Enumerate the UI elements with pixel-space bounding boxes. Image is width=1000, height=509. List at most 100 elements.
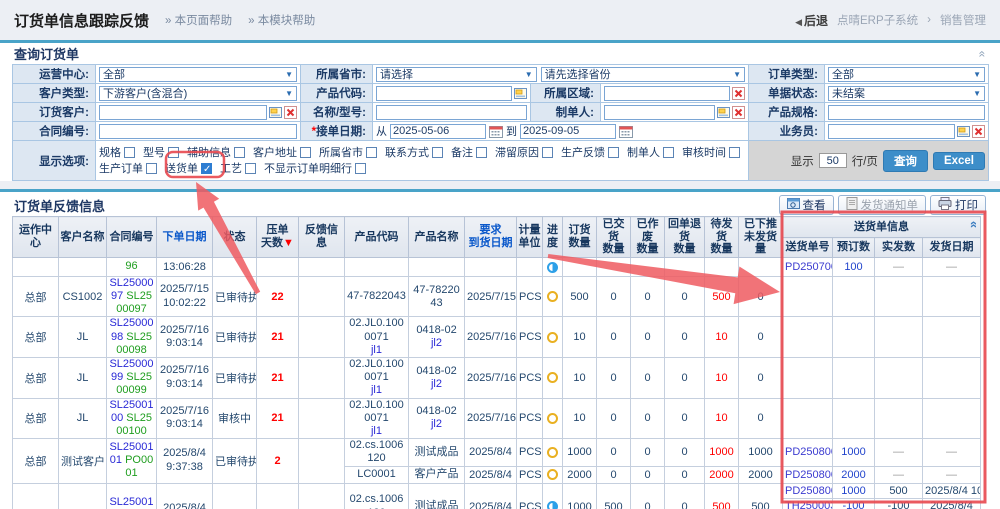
lookup-icon[interactable] bbox=[269, 106, 282, 119]
contract-no-input[interactable] bbox=[99, 124, 297, 139]
col-delivered: 已交货 数量 bbox=[597, 217, 631, 258]
display-option[interactable]: 型号 bbox=[143, 145, 179, 161]
name-model-input[interactable] bbox=[376, 105, 527, 120]
checkbox[interactable] bbox=[542, 147, 553, 158]
checkbox[interactable] bbox=[355, 163, 366, 174]
cell-pushed: 0 bbox=[739, 276, 783, 317]
display-option[interactable]: 客户地址 bbox=[253, 145, 311, 161]
product-spec-input[interactable] bbox=[828, 105, 985, 120]
display-option[interactable]: 制单人 bbox=[627, 145, 674, 161]
page-help-link[interactable]: » 本页面帮助 bbox=[165, 12, 232, 28]
display-option[interactable]: 辅助信息 bbox=[187, 145, 245, 161]
col-days[interactable]: 压单 天数▼ bbox=[257, 217, 299, 258]
checkbox[interactable] bbox=[608, 147, 619, 158]
view-icon bbox=[787, 198, 800, 213]
rows-per-page-input[interactable] bbox=[819, 153, 847, 168]
page-title: 订货单信息跟踪反馈 bbox=[14, 10, 149, 31]
cell-days: 22 bbox=[257, 276, 299, 317]
display-option[interactable]: 规格 bbox=[99, 145, 135, 161]
col-req-date[interactable]: 要求 到货日期 bbox=[465, 217, 517, 258]
clear-icon[interactable] bbox=[972, 125, 985, 138]
col-delivery-actual: 实发数 bbox=[875, 238, 923, 258]
query-section-title: 查询订货单 bbox=[14, 44, 79, 63]
calendar-icon[interactable] bbox=[489, 125, 503, 138]
operation-center-select[interactable]: 全部▼ bbox=[99, 67, 297, 82]
query-button[interactable]: 查询 bbox=[883, 150, 928, 172]
display-option-delivery-note[interactable]: 送货单 bbox=[165, 161, 212, 177]
display-option[interactable]: 联系方式 bbox=[385, 145, 443, 161]
cell-status: 已审待执行 bbox=[213, 276, 257, 317]
top-bar: 订货单信息跟踪反馈 » 本页面帮助 » 本模块帮助 ◀后退 点晴ERP子系统 ›… bbox=[0, 0, 1000, 40]
expand-columns-icon[interactable]: » bbox=[965, 221, 980, 228]
checkbox-checked[interactable] bbox=[201, 163, 212, 174]
checkbox[interactable] bbox=[124, 147, 135, 158]
display-option[interactable]: 备注 bbox=[451, 145, 487, 161]
excel-button[interactable]: Excel bbox=[933, 152, 985, 170]
order-type-select[interactable]: 全部▼ bbox=[828, 67, 985, 82]
col-unit: 计量 单位 bbox=[517, 217, 543, 258]
clear-icon[interactable] bbox=[732, 87, 745, 100]
back-button[interactable]: ◀后退 bbox=[795, 12, 828, 29]
checkbox[interactable] bbox=[245, 163, 256, 174]
print-button[interactable]: 打印 bbox=[930, 195, 986, 215]
contract-no-label: 合同编号: bbox=[13, 122, 96, 141]
progress-empty-icon bbox=[547, 291, 558, 302]
cell-delivery-no[interactable]: PD2507005 bbox=[783, 257, 833, 276]
cell-order-date: 13:06:28 bbox=[157, 257, 213, 276]
col-pending: 待发货 数量 bbox=[705, 217, 739, 258]
checkbox[interactable] bbox=[476, 147, 487, 158]
delivery-notice-button[interactable]: 发货通知单 bbox=[838, 195, 927, 215]
checkbox[interactable] bbox=[729, 147, 740, 158]
clear-icon[interactable] bbox=[732, 106, 745, 119]
clear-icon[interactable] bbox=[284, 106, 297, 119]
lookup-icon[interactable] bbox=[514, 87, 527, 100]
operation-center-label: 运营中心: bbox=[13, 65, 96, 84]
customer-type-select[interactable]: 下游客户(含混合)▼ bbox=[99, 86, 297, 101]
order-type-label: 订单类型: bbox=[749, 65, 825, 84]
breadcrumb-system[interactable]: 点晴ERP子系统 bbox=[837, 12, 918, 28]
date-to-input[interactable] bbox=[520, 124, 616, 139]
province-select[interactable]: 请选择▼ bbox=[376, 67, 537, 82]
breadcrumb-module[interactable]: 销售管理 bbox=[940, 12, 986, 28]
checkbox[interactable] bbox=[146, 163, 157, 174]
receive-date-label: *接单日期: bbox=[301, 122, 373, 141]
collapse-section-icon[interactable]: « bbox=[976, 50, 990, 57]
checkbox[interactable] bbox=[300, 147, 311, 158]
display-option[interactable]: 生产订单 bbox=[99, 161, 157, 177]
region-input[interactable] bbox=[604, 86, 730, 101]
cell-product-code: 47-7822043 bbox=[345, 276, 409, 317]
cell-delivery-actual: 500 -100 — bbox=[875, 483, 923, 509]
date-from-input[interactable] bbox=[390, 124, 486, 139]
table-row: 总部 JL SL2500099 SL2500099 2025/7/169:03:… bbox=[13, 358, 981, 399]
cell-progress bbox=[543, 257, 563, 276]
view-button[interactable]: 查看 bbox=[779, 195, 834, 215]
order-customer-input[interactable] bbox=[99, 105, 267, 120]
result-toolbar: 查看 发货通知单 打印 bbox=[779, 195, 987, 215]
checkbox[interactable] bbox=[663, 147, 674, 158]
module-help-link[interactable]: » 本模块帮助 bbox=[248, 12, 315, 28]
lookup-icon[interactable] bbox=[717, 106, 730, 119]
product-code-input[interactable] bbox=[376, 86, 512, 101]
display-option[interactable]: 所属省市 bbox=[319, 145, 377, 161]
cell-delivery-date: — bbox=[923, 257, 981, 276]
checkbox[interactable] bbox=[168, 147, 179, 158]
col-order-date[interactable]: 下单日期 bbox=[157, 217, 213, 258]
lookup-icon[interactable] bbox=[957, 125, 970, 138]
checkbox[interactable] bbox=[432, 147, 443, 158]
doc-status-select[interactable]: 未结案▼ bbox=[828, 86, 985, 101]
display-option[interactable]: 工艺 bbox=[220, 161, 256, 177]
cell-contract: SL2500097 SL2500097 bbox=[107, 276, 157, 317]
city-select[interactable]: 请先选择省份▼ bbox=[541, 67, 745, 82]
display-option[interactable]: 不显示订单明细行 bbox=[264, 161, 366, 177]
date-from-label: 从 bbox=[376, 123, 387, 139]
checkbox[interactable] bbox=[366, 147, 377, 158]
salesman-input[interactable] bbox=[828, 124, 955, 139]
calendar-icon[interactable] bbox=[619, 125, 633, 138]
maker-input[interactable] bbox=[604, 105, 715, 120]
progress-half-icon bbox=[547, 262, 558, 273]
display-option[interactable]: 审核时间 bbox=[682, 145, 740, 161]
display-option[interactable]: 滞留原因 bbox=[495, 145, 553, 161]
checkbox[interactable] bbox=[234, 147, 245, 158]
col-delivery-date: 发货日期 bbox=[923, 238, 981, 258]
display-option[interactable]: 生产反馈 bbox=[561, 145, 619, 161]
